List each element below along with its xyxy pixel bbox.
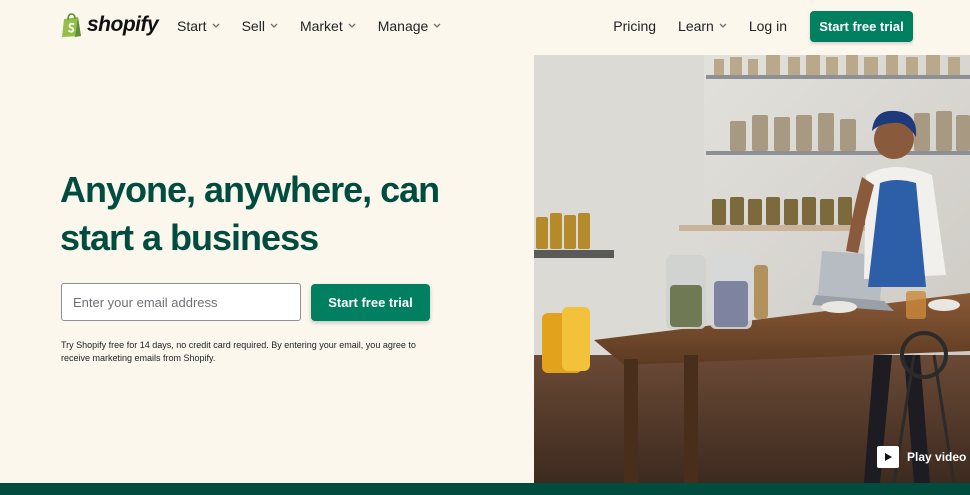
logo-wordmark: shopify bbox=[87, 13, 159, 36]
nav-item-start[interactable]: Start bbox=[177, 18, 220, 34]
nav-item-pricing[interactable]: Pricing bbox=[613, 18, 656, 34]
chevron-down-icon bbox=[348, 23, 356, 28]
nav-item-label: Start bbox=[177, 18, 207, 34]
shopping-bag-icon bbox=[62, 13, 81, 37]
hero-headline-line-2: start a business bbox=[60, 217, 319, 258]
chevron-down-icon bbox=[212, 23, 220, 28]
nav-item-label: Log in bbox=[748, 18, 787, 34]
nav-item-market[interactable]: Market bbox=[300, 18, 356, 34]
nav-item-label: Pricing bbox=[613, 18, 657, 34]
nav-item-manage[interactable]: Manage bbox=[378, 18, 442, 34]
nav-item-label: Learn bbox=[678, 18, 714, 34]
chevron-down-icon bbox=[719, 23, 727, 28]
bottom-band bbox=[0, 483, 970, 495]
play-icon bbox=[877, 446, 899, 468]
shopify-logo[interactable]: shopify bbox=[61, 12, 159, 38]
email-input[interactable] bbox=[61, 283, 301, 321]
play-video-label: Play video bbox=[907, 450, 967, 464]
hero-photo bbox=[534, 55, 970, 483]
nav-item-login[interactable]: Log in bbox=[749, 18, 787, 34]
nav-item-sell[interactable]: Sell bbox=[242, 18, 278, 34]
primary-nav: Start Sell Market Manage bbox=[177, 18, 441, 34]
shop-scene-illustration bbox=[534, 55, 970, 483]
start-free-trial-nav-button[interactable]: Start free trial bbox=[810, 11, 913, 42]
nav-item-label: Sell bbox=[241, 18, 265, 34]
chevron-down-icon bbox=[433, 23, 441, 28]
hero-headline: Anyone, anywhere, can start a business bbox=[60, 166, 480, 262]
nav-item-learn[interactable]: Learn bbox=[678, 18, 727, 34]
nav-item-label: Manage bbox=[377, 18, 429, 34]
play-video-button[interactable]: Play video bbox=[877, 446, 966, 468]
chevron-down-icon bbox=[270, 23, 278, 28]
hero-headline-line-1: Anyone, anywhere, can bbox=[60, 169, 440, 210]
top-navigation: shopify Start Sell Market Manage Pricing… bbox=[0, 0, 970, 54]
secondary-nav: Pricing Learn Log in bbox=[613, 18, 787, 34]
start-free-trial-button[interactable]: Start free trial bbox=[311, 284, 430, 321]
signup-disclaimer: Try Shopify free for 14 days, no credit … bbox=[61, 340, 416, 363]
nav-item-label: Market bbox=[299, 18, 343, 34]
